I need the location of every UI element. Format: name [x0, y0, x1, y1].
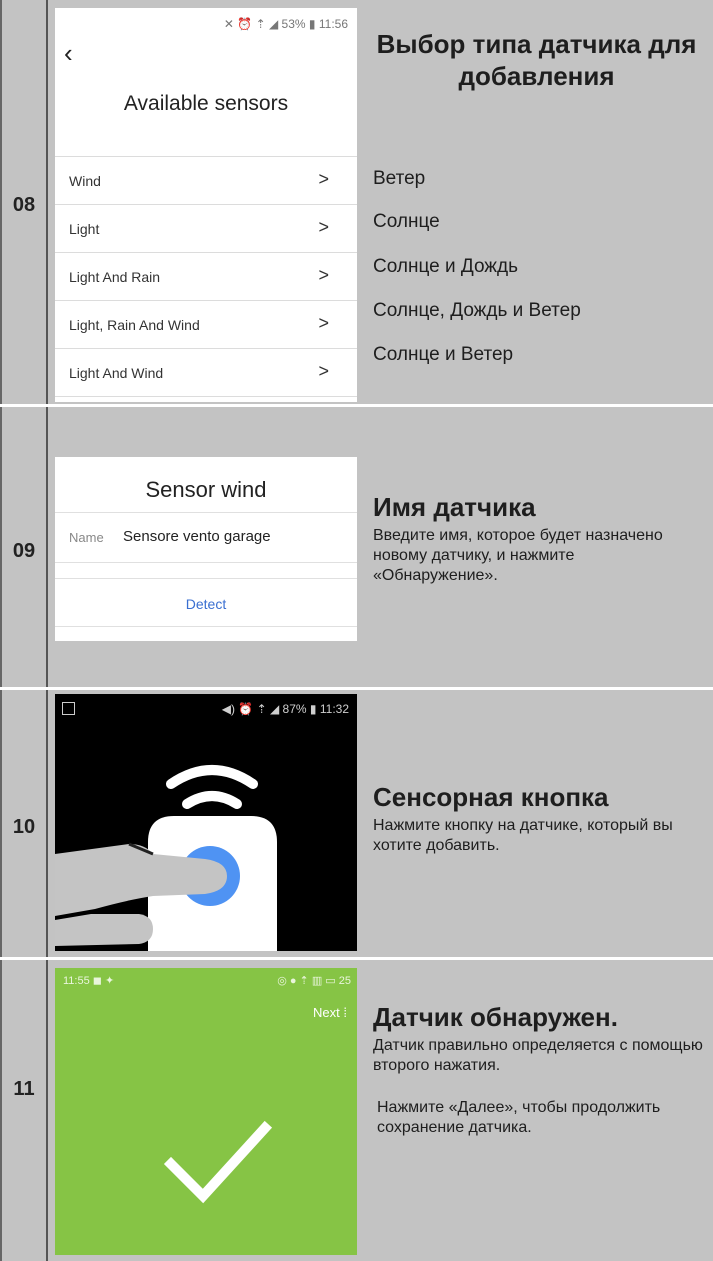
- column-divider: [46, 0, 48, 1261]
- option-text: Солнце: [373, 211, 440, 232]
- step-heading: Сенсорная кнопка: [373, 782, 609, 812]
- status-icons: ✕ ⏰ ⇡ ◢: [223, 17, 279, 31]
- clock: 11:56: [318, 17, 348, 31]
- status-bar: ✕ ⏰ ⇡ ◢ 53% ▮ 11:56: [224, 17, 348, 31]
- chevron-left-icon[interactable]: ‹: [64, 38, 73, 69]
- step-09-text: Имя датчика Введите имя, которое будет н…: [373, 492, 708, 586]
- panel-title: Sensor wind: [145, 477, 267, 502]
- divider: [55, 562, 357, 563]
- screen-title: Available sensors: [123, 92, 289, 115]
- list-item[interactable]: Light, Rain And Wind >: [55, 301, 357, 349]
- chevron-right-icon: >: [318, 313, 329, 333]
- battery-icon: ▮: [308, 17, 316, 31]
- step-number: 11: [13, 1078, 35, 1100]
- finger-lower: [55, 914, 153, 946]
- name-field[interactable]: Sensore vento garage: [123, 528, 271, 545]
- divider: [55, 578, 357, 579]
- list-item-label: Light And Wind: [69, 364, 164, 381]
- list-item[interactable]: Wind >: [55, 157, 357, 205]
- option-text: Солнце и Дождь: [373, 256, 518, 277]
- screenshot-sensor-detected: 11:55 ◼ ✦ ◎ ● ⇡ ▥ ▭ 25 Next ⁞: [55, 968, 357, 1255]
- wifi-icon: [166, 765, 258, 789]
- chevron-right-icon: >: [318, 361, 329, 381]
- step-10-text: Сенсорная кнопка Нажмите кнопку на датчи…: [373, 782, 708, 856]
- screenshot-available-sensors: ✕ ⏰ ⇡ ◢ 53% ▮ 11:56 ‹ Available sensors …: [55, 8, 357, 402]
- screenshot-touch-button: ◀) ⏰ ⇡ ◢ 87% ▮ 11:32: [55, 694, 357, 951]
- step-number: 10: [12, 816, 36, 838]
- step-number: 09: [12, 540, 36, 562]
- step-description: Введите имя, которое будет назначено нов…: [373, 527, 663, 584]
- list-item[interactable]: Light >: [55, 205, 357, 253]
- instruction-page: 08 ✕ ⏰ ⇡ ◢ 53% ▮ 11:56 ‹ Available senso…: [0, 0, 713, 1261]
- divider: [55, 626, 357, 627]
- step-description: Нажмите кнопку на датчике, который вы хо…: [373, 817, 673, 854]
- screenshot-sensor-wind: Sensor wind Name Sensore vento garage De…: [55, 457, 357, 641]
- step-description: Датчик правильно определяется с помощью …: [373, 1037, 703, 1074]
- list-item-label: Light: [69, 220, 100, 237]
- option-text: Солнце и Ветер: [373, 344, 514, 365]
- row-separator: [0, 687, 713, 690]
- chevron-right-icon: >: [318, 169, 329, 189]
- touch-sensor-illustration: [55, 765, 277, 951]
- list-item-label: Light, Rain And Wind: [69, 316, 200, 333]
- step-number: 08: [12, 194, 36, 216]
- chevron-right-icon: >: [318, 217, 329, 237]
- option-text: Ветер: [373, 168, 426, 189]
- wifi-icon-inner: [182, 791, 242, 809]
- divider: [55, 512, 357, 513]
- list-item-label: Light And Rain: [69, 268, 161, 285]
- battery-level: 53%: [281, 17, 306, 31]
- option-text: Солнце, Дождь и Ветер: [373, 300, 581, 321]
- step-heading: Имя датчика: [373, 492, 536, 522]
- row-separator: [0, 957, 713, 960]
- detect-button[interactable]: Detect: [55, 596, 357, 612]
- name-label: Name: [69, 530, 104, 545]
- step-description-2: Нажмите «Далее», чтобы продолжить сохран…: [377, 1099, 661, 1136]
- sensor-list: Wind > Light > Light And Rain > Light, R…: [55, 156, 357, 397]
- left-border: [0, 0, 2, 1261]
- list-item[interactable]: Light And Wind >: [55, 349, 357, 397]
- step-heading: Датчик обнаружен.: [373, 1002, 618, 1032]
- step-heading: Выбор типа датчика для добавления: [376, 29, 697, 91]
- chevron-right-icon: >: [318, 265, 329, 285]
- list-item[interactable]: Light And Rain >: [55, 253, 357, 301]
- row-separator: [0, 404, 713, 407]
- step-11-text: Датчик обнаружен. Датчик правильно опред…: [373, 1002, 708, 1138]
- checkmark-icon: [163, 1120, 273, 1204]
- list-item-label: Wind: [69, 172, 101, 189]
